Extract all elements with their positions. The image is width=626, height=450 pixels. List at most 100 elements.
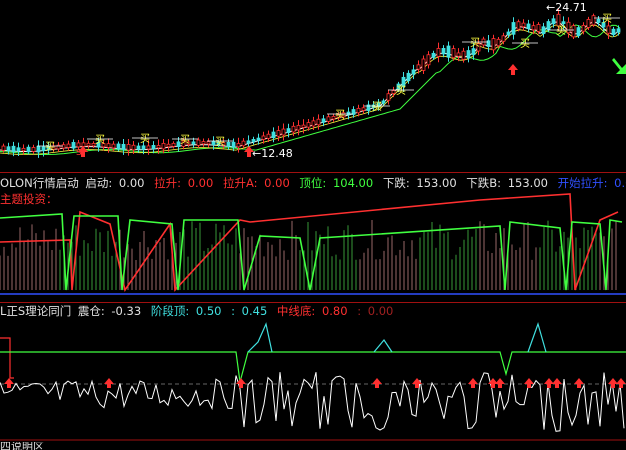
indicator-pane-olon[interactable]: OLON行情启动 启动: 0.00 拉升: 0.00 拉升A: 0.00 顶位:…	[0, 172, 626, 302]
candle-body	[491, 38, 496, 51]
candle-body	[296, 125, 301, 131]
candle-body	[241, 140, 246, 147]
candle-body	[406, 72, 411, 82]
candle-body	[521, 22, 526, 28]
candle-body	[361, 107, 366, 111]
candle-body	[591, 15, 596, 26]
up-arrow-icon	[468, 378, 478, 388]
candle-body	[561, 21, 566, 25]
candle-body	[291, 125, 296, 133]
candle-body	[616, 28, 621, 33]
candle-body	[246, 140, 251, 144]
candle-body	[266, 133, 271, 139]
buy-marker-label: 买	[556, 25, 566, 37]
theory-oscillator-chart[interactable]	[0, 302, 626, 449]
low-price-label: ←12.48	[252, 147, 293, 160]
small-marker-label: s	[76, 145, 82, 158]
olon-oscillator-chart[interactable]	[0, 172, 626, 302]
candle-body	[426, 54, 431, 66]
candle-body	[261, 135, 266, 140]
up-arrow-icon	[104, 378, 114, 388]
candle-body	[191, 141, 196, 145]
candle-body	[496, 38, 501, 47]
candle-body	[236, 143, 241, 148]
candle-body	[531, 25, 536, 31]
candle-body	[596, 18, 601, 23]
candle-body	[21, 147, 26, 152]
candle-body	[116, 143, 121, 150]
up-arrow-icon	[508, 64, 518, 75]
candle-body	[196, 139, 201, 146]
candle-body	[26, 146, 31, 153]
candle-body	[606, 25, 611, 34]
candle-body	[126, 144, 131, 151]
candle-body	[81, 142, 86, 147]
candle-body	[151, 145, 156, 150]
buy-marker-label: 买	[335, 109, 345, 121]
candle-body	[1, 145, 6, 151]
candle-body	[431, 52, 436, 58]
candle-body	[446, 45, 451, 58]
candle-body	[326, 116, 331, 122]
candle-body	[451, 48, 456, 59]
candle-body	[526, 23, 531, 29]
buy-marker-label: 买	[45, 141, 55, 153]
up-arrow-icon	[372, 378, 382, 388]
candlestick-chart[interactable]: 买买买买买买买买买 买买买	[0, 0, 626, 172]
candle-body	[136, 145, 141, 150]
buy-marker-label: 买	[372, 101, 382, 113]
candle-body	[31, 147, 36, 152]
candle-body	[581, 25, 586, 32]
candle-body	[321, 118, 326, 123]
candle-body	[436, 48, 441, 57]
price-pane[interactable]: 买买买买买买买买买买买买 s ←24.71 ←12.48	[0, 0, 626, 172]
candle-body	[231, 141, 236, 148]
candle-body	[161, 142, 166, 150]
candle-body	[171, 142, 176, 147]
candle-body	[566, 21, 571, 34]
cyan-spike	[373, 338, 393, 353]
candle-body	[6, 146, 11, 151]
buy-marker-label: 买	[95, 134, 105, 146]
candle-body	[391, 90, 396, 94]
candle-body	[131, 144, 136, 151]
candle-body	[306, 122, 311, 128]
candle-body	[536, 24, 541, 32]
candle-body	[256, 137, 261, 141]
candle-body	[66, 143, 71, 148]
red-level-line	[0, 337, 14, 379]
buy-marker-label: 买	[602, 13, 612, 25]
green-step-line	[0, 351, 626, 383]
candle-body	[511, 22, 516, 35]
osc-green-envelope	[0, 213, 623, 291]
up-arrow-icon	[412, 378, 422, 388]
up-arrow-icon	[574, 378, 584, 388]
cyan-spike	[527, 322, 547, 353]
candle-body	[146, 145, 151, 150]
indicator-pane-theory[interactable]: L正S理论同门 震仓: -0.33 阶段顶: 0.50 : 0.45 中线底: …	[0, 302, 626, 450]
candle-body	[501, 35, 506, 42]
candle-body	[286, 128, 291, 133]
low-price-value: 12.48	[261, 147, 293, 160]
up-arrow-icon	[616, 378, 626, 388]
candle-body	[356, 107, 361, 114]
candle-body	[516, 21, 521, 30]
buy-marker-label: 买	[470, 37, 480, 49]
high-price-label: ←24.71	[546, 1, 587, 14]
candle-body	[471, 48, 476, 55]
candle-body	[36, 145, 41, 153]
up-arrow-icon	[544, 378, 554, 388]
up-arrow-icon	[4, 378, 14, 388]
candle-body	[271, 131, 276, 139]
buy-marker-label: 买	[140, 133, 150, 145]
candle-body	[251, 139, 256, 143]
candle-body	[311, 120, 316, 127]
candle-body	[441, 48, 446, 55]
candle-body	[86, 142, 91, 147]
candle-body	[611, 28, 616, 36]
candle-body	[576, 27, 581, 37]
candle-body	[121, 143, 126, 150]
candle-body	[156, 145, 161, 149]
candle-body	[316, 118, 321, 126]
buy-marker-label: 买	[396, 85, 406, 97]
